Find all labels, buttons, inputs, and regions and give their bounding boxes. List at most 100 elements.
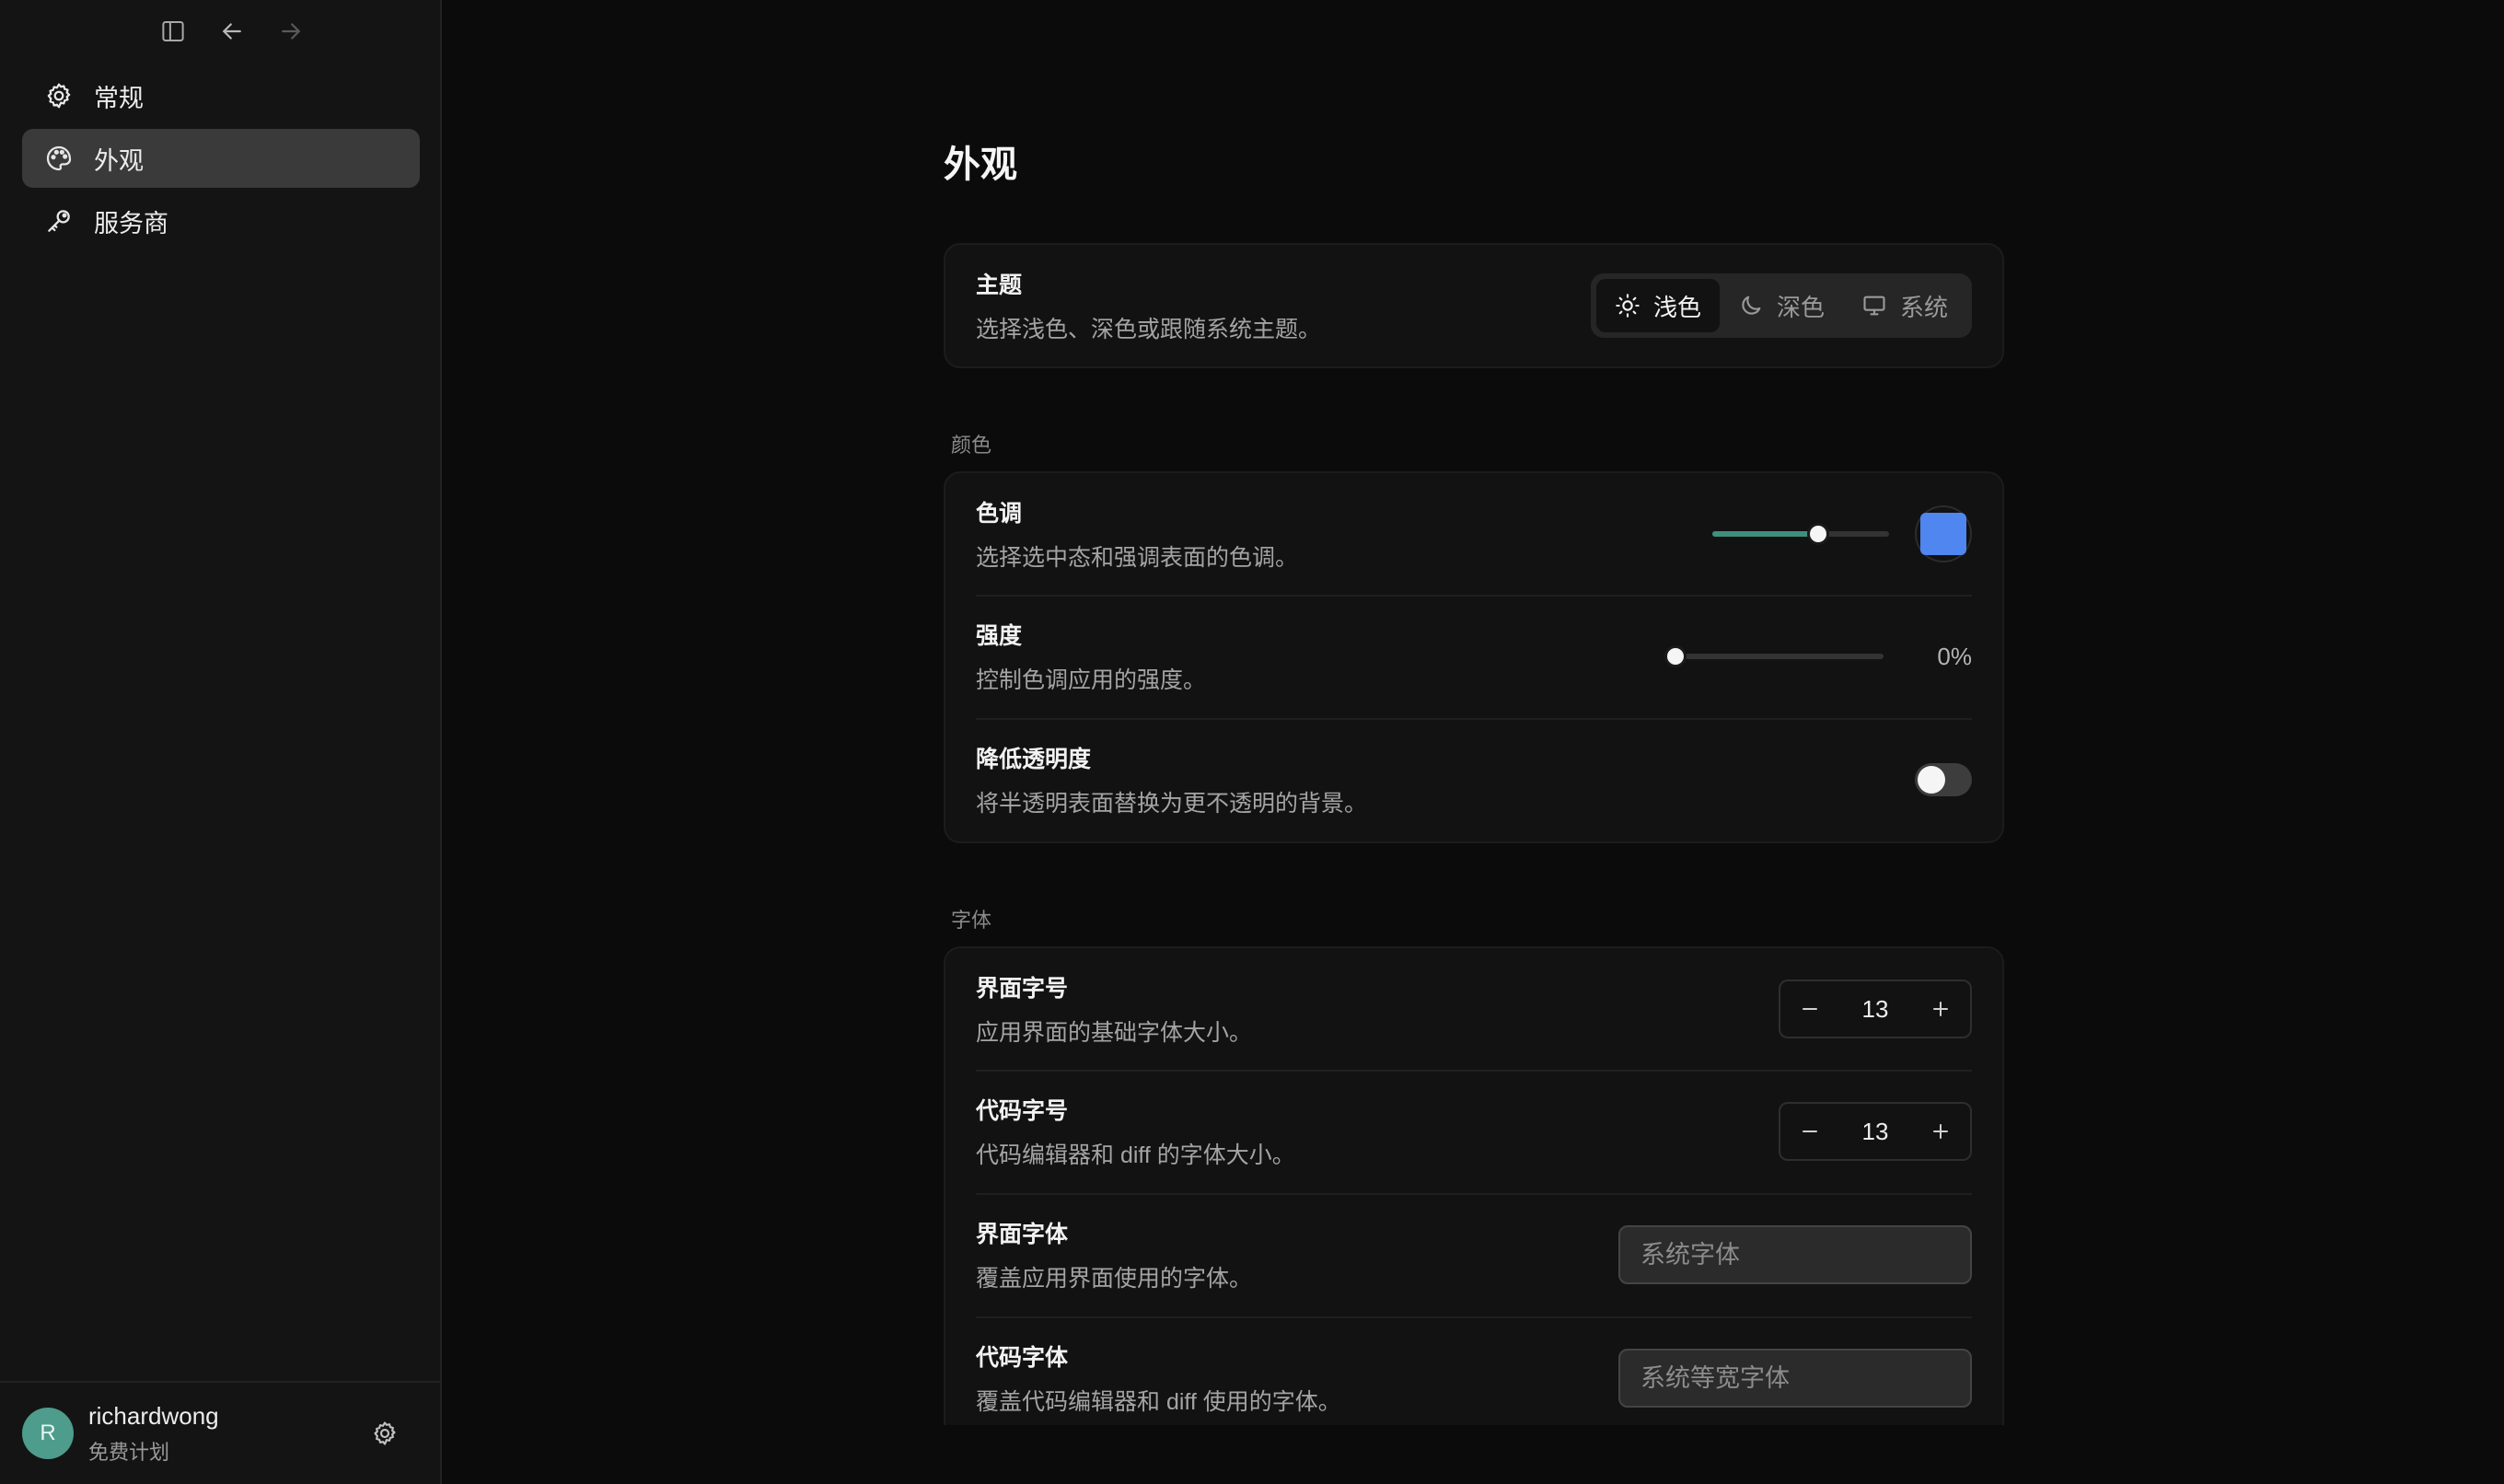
theme-row: 主题 选择浅色、深色或跟随系统主题。 浅色 深色 系统 — [945, 245, 2002, 366]
forward-button[interactable] — [274, 15, 307, 48]
plus-icon — [1932, 1002, 1948, 1016]
theme-text: 主题 选择浅色、深色或跟随系统主题。 — [976, 267, 1321, 344]
ui-font-input[interactable] — [1618, 1225, 1972, 1284]
theme-option-label: 浅色 — [1652, 293, 1701, 321]
ui-font-size-value[interactable]: 13 — [1862, 995, 1889, 1024]
reduce-transparency-text: 降低透明度 将半透明表面替换为更不透明的背景。 — [976, 741, 1367, 818]
code-font-size-desc: 代码编辑器和 diff 的字体大小。 — [976, 1142, 1295, 1168]
theme-option-label: 深色 — [1776, 293, 1825, 321]
ui-font-size-title: 界面字号 — [976, 976, 1069, 1002]
code-font-desc: 覆盖代码编辑器和 diff 使用的字体。 — [976, 1389, 1341, 1415]
hue-color-swatch — [1920, 513, 1966, 555]
nav-item-providers[interactable]: 服务商 — [22, 191, 420, 250]
reduce-transparency-desc: 将半透明表面替换为更不透明的背景。 — [976, 791, 1368, 817]
nav-item-label: 外观 — [94, 146, 144, 175]
monitor-icon — [1863, 296, 1885, 316]
nav-item-appearance[interactable]: 外观 — [22, 129, 420, 188]
hue-color-swatch-button[interactable] — [1915, 505, 1972, 562]
ui-font-desc: 覆盖应用界面使用的字体。 — [976, 1266, 1253, 1292]
ui-font-row: 界面字体 覆盖应用界面使用的字体。 — [945, 1193, 2002, 1316]
gear-icon — [374, 1421, 396, 1445]
hue-control — [1712, 505, 1972, 562]
reduce-transparency-title: 降低透明度 — [976, 747, 1092, 772]
user-info: richardwong 免费计划 — [88, 1402, 366, 1466]
reduce-transparency-row: 降低透明度 将半透明表面替换为更不透明的背景。 — [945, 718, 2002, 841]
theme-card: 主题 选择浅色、深色或跟随系统主题。 浅色 深色 系统 — [944, 243, 2004, 368]
code-font-row: 代码字体 覆盖代码编辑器和 diff 使用的字体。 — [945, 1316, 2002, 1425]
hue-row: 色调 选择选中态和强调表面的色调。 — [945, 473, 2002, 595]
code-font-size-stepper: 13 — [1779, 1102, 1972, 1161]
back-button[interactable] — [215, 15, 249, 48]
code-font-size-value[interactable]: 13 — [1862, 1118, 1889, 1146]
hue-text: 色调 选择选中态和强调表面的色调。 — [976, 495, 1298, 573]
theme-option-light[interactable]: 浅色 — [1595, 279, 1720, 332]
user-name: richardwong — [88, 1401, 219, 1430]
nav-item-general[interactable]: 常规 — [22, 66, 420, 125]
intensity-desc: 控制色调应用的强度。 — [976, 667, 1207, 693]
toggle-sidebar-button[interactable] — [156, 15, 190, 48]
intensity-slider[interactable] — [1664, 645, 1884, 667]
decrement-button[interactable] — [1790, 1111, 1830, 1152]
gear-icon — [47, 83, 71, 109]
code-font-text: 代码字体 覆盖代码编辑器和 diff 使用的字体。 — [976, 1339, 1341, 1417]
arrow-right-icon — [282, 23, 300, 40]
minus-icon — [1803, 1008, 1817, 1010]
increment-button[interactable] — [1920, 1111, 1961, 1152]
decrement-button[interactable] — [1790, 989, 1830, 1029]
ui-font-size-stepper: 13 — [1779, 980, 1972, 1038]
appearance-settings: 外观 主题 选择浅色、深色或跟随系统主题。 浅色 深色 系统 颜色 色调 选择选… — [944, 0, 2004, 1425]
moon-icon — [1742, 296, 1761, 315]
settings-window: 常规 外观 服务商 R richardwong 免费计划 外观 主题 选择浅色、… — [0, 0, 2504, 1484]
sidebar-panel-icon — [162, 21, 184, 41]
key-icon — [48, 210, 70, 232]
ui-font-text: 界面字体 覆盖应用界面使用的字体。 — [976, 1216, 1252, 1293]
user-plan: 免费计划 — [88, 1440, 170, 1464]
sun-icon — [1616, 294, 1640, 318]
intensity-slider-thumb[interactable] — [1664, 645, 1687, 667]
theme-segmented-control: 浅色 深色 系统 — [1590, 273, 1972, 338]
settings-nav: 常规 外观 服务商 — [22, 66, 420, 254]
nav-item-label: 服务商 — [94, 209, 168, 238]
code-font-size-title: 代码字号 — [976, 1098, 1069, 1124]
section-label-font: 字体 — [951, 909, 992, 932]
ui-font-title: 界面字体 — [976, 1222, 1069, 1247]
theme-option-system[interactable]: 系统 — [1843, 279, 1966, 332]
intensity-value: 0% — [1937, 642, 1972, 670]
hue-desc: 选择选中态和强调表面的色调。 — [976, 545, 1299, 571]
ui-font-size-row: 界面字号 应用界面的基础字体大小。 13 — [945, 948, 2002, 1070]
code-font-input[interactable] — [1618, 1349, 1972, 1408]
ui-font-size-desc: 应用界面的基础字体大小。 — [976, 1020, 1253, 1046]
sidebar: 常规 外观 服务商 R richardwong 免费计划 — [0, 0, 442, 1484]
hue-slider[interactable] — [1712, 523, 1889, 545]
font-card: 界面字号 应用界面的基础字体大小。 13 代码字号 代码编辑器和 diff 的字 — [944, 946, 2004, 1425]
user-profile: R richardwong 免费计划 — [0, 1381, 440, 1484]
toggle-knob — [1918, 766, 1945, 794]
hue-title: 色调 — [976, 501, 1023, 527]
nav-item-label: 常规 — [94, 84, 144, 112]
theme-desc: 选择浅色、深色或跟随系统主题。 — [976, 317, 1322, 342]
hue-slider-thumb[interactable] — [1807, 523, 1830, 545]
increment-button[interactable] — [1920, 989, 1961, 1029]
intensity-text: 强度 控制色调应用的强度。 — [976, 618, 1206, 695]
intensity-row: 强度 控制色调应用的强度。 0% — [945, 595, 2002, 718]
sidebar-toolbar — [156, 13, 307, 50]
ui-font-size-text: 界面字号 应用界面的基础字体大小。 — [976, 970, 1252, 1048]
code-font-size-text: 代码字号 代码编辑器和 diff 的字体大小。 — [976, 1093, 1295, 1170]
reduce-transparency-toggle[interactable] — [1915, 763, 1972, 796]
hue-slider-fill — [1712, 531, 1819, 537]
account-settings-button[interactable] — [366, 1415, 403, 1452]
intensity-control: 0% — [1664, 642, 1972, 671]
section-label-color: 颜色 — [951, 434, 992, 457]
intensity-title: 强度 — [976, 623, 1023, 649]
theme-title: 主题 — [976, 272, 1023, 298]
palette-icon — [46, 145, 72, 171]
page-title: 外观 — [944, 145, 1017, 185]
minus-icon — [1803, 1130, 1817, 1132]
code-font-title: 代码字体 — [976, 1345, 1069, 1371]
code-font-size-row: 代码字号 代码编辑器和 diff 的字体大小。 13 — [945, 1070, 2002, 1193]
color-card: 色调 选择选中态和强调表面的色调。 强度 控制色调应用的强度。 0% 降低透明度… — [944, 471, 2004, 843]
theme-option-dark[interactable]: 深色 — [1720, 279, 1843, 332]
arrow-left-icon — [223, 23, 241, 40]
avatar[interactable]: R — [22, 1408, 74, 1459]
plus-icon — [1932, 1124, 1948, 1139]
